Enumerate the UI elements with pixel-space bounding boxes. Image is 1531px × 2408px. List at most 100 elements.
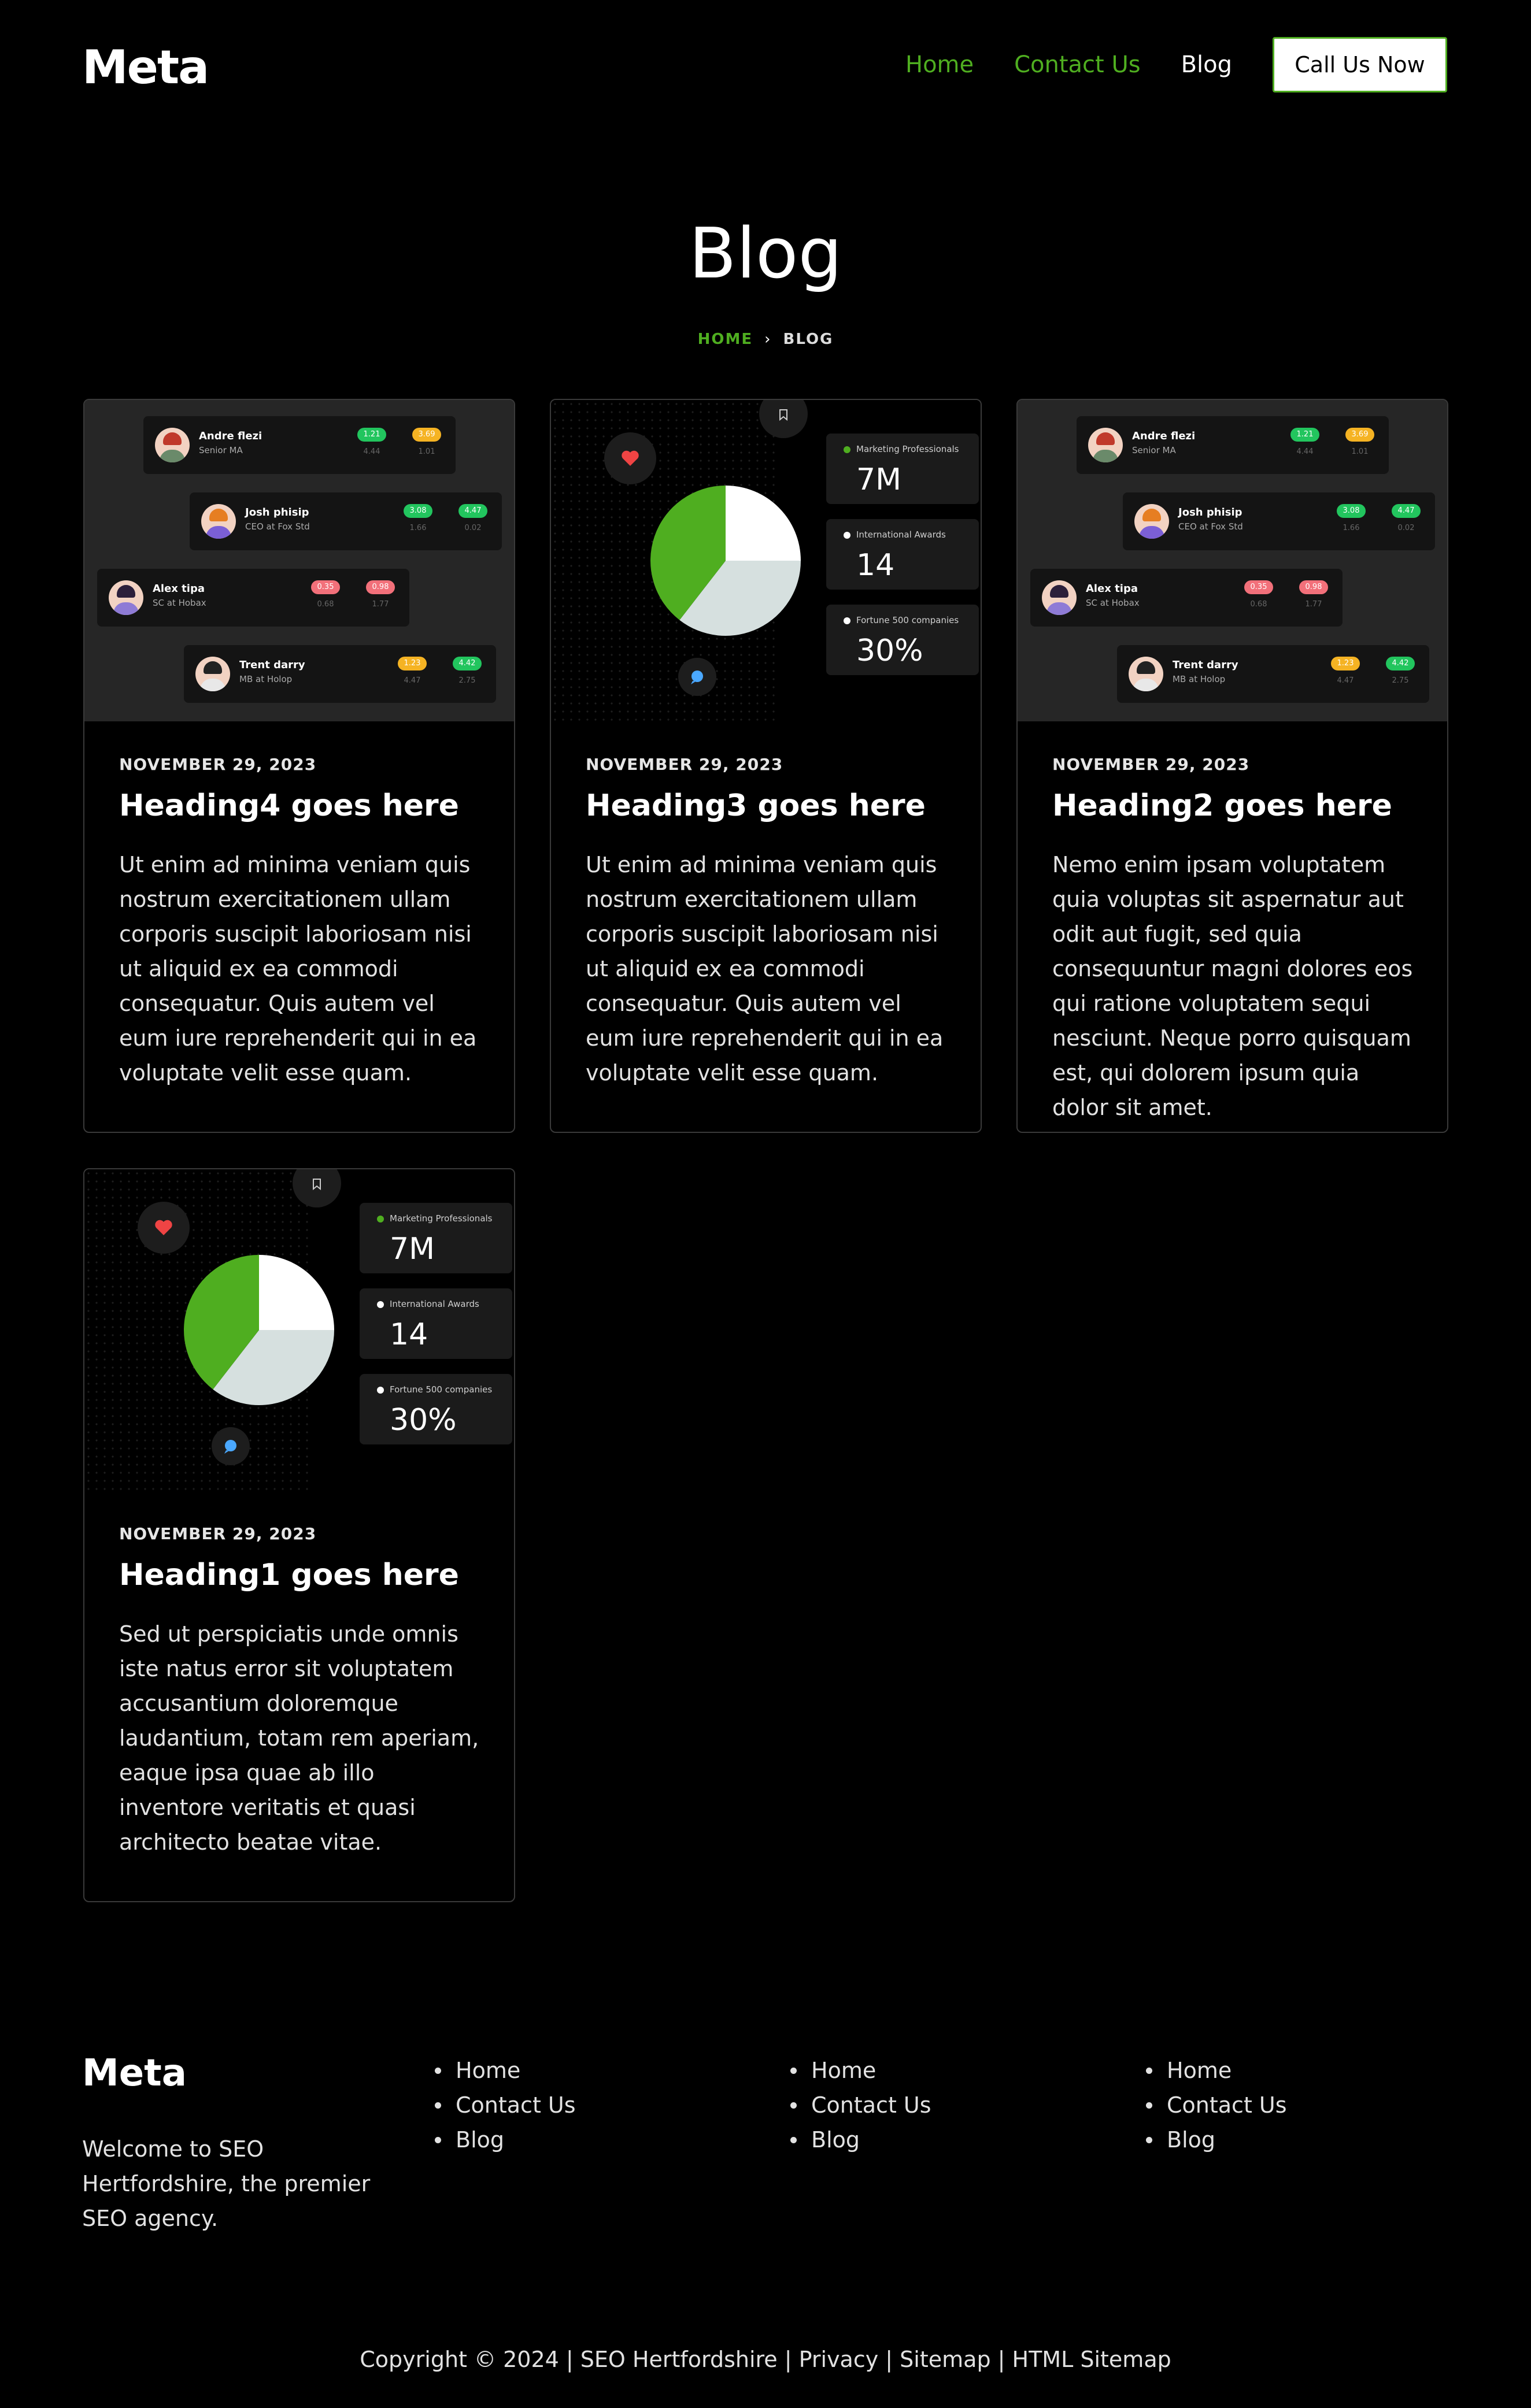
site-logo[interactable]: Meta — [82, 40, 209, 94]
post-excerpt: Ut enim ad minima veniam quis nostrum ex… — [586, 852, 944, 1086]
blog-post-card[interactable]: Andre flezi Senior MA 1.21 4.44 3.69 1.01 Josh… — [1016, 399, 1448, 1133]
stat-value: 14 — [390, 1317, 428, 1352]
stat-label: International Awards — [390, 1299, 479, 1309]
metric-badge: 0.35 — [311, 580, 340, 594]
nav-contact-link[interactable]: Contact Us — [1014, 51, 1140, 78]
post-date: NOVEMBER 29, 2023 — [119, 1524, 317, 1543]
avatar — [1042, 580, 1077, 615]
pie-slice-white — [726, 486, 801, 561]
footer-link-home[interactable]: Home — [1144, 2053, 1287, 2088]
post-heading[interactable]: Heading3 goes here — [586, 788, 926, 823]
heart-icon — [138, 1202, 190, 1254]
footer-link-blog[interactable]: Blog — [1144, 2122, 1287, 2157]
stat-value: 7M — [856, 462, 901, 497]
site-header: Meta Home Contact Us Blog Call Us Now — [0, 0, 1531, 133]
blog-post-card[interactable]: Marketing Professionals 7M International A… — [83, 1168, 515, 1902]
status-dot — [844, 617, 850, 624]
status-dot — [844, 446, 850, 453]
metric-subvalue: 4.44 — [363, 447, 380, 456]
status-dot — [377, 1301, 384, 1308]
person-name: Trent darry — [239, 659, 305, 671]
post-heading[interactable]: Heading4 goes here — [119, 788, 459, 823]
person-name: Trent darry — [1173, 659, 1238, 671]
metric-badge: 1.21 — [1290, 428, 1319, 442]
footer-link-home[interactable]: Home — [788, 2053, 931, 2088]
person-role: CEO at Fox Std — [245, 521, 310, 532]
breadcrumb-home-link[interactable]: HOME — [698, 331, 753, 348]
footer-links-column: Home Contact Us Blog — [788, 2053, 931, 2157]
metric-badge: 4.47 — [1392, 504, 1421, 518]
pie-slice-white — [259, 1255, 334, 1330]
footer-logo[interactable]: Meta — [82, 2052, 187, 2095]
person-name: Alex tipa — [153, 583, 205, 595]
post-excerpt: Nemo enim ipsam voluptatem quia voluptas… — [1052, 852, 1413, 1120]
blog-post-card[interactable]: Andre flezi Senior MA 1.21 4.44 3.69 1.01 Josh… — [83, 399, 515, 1133]
person-role: Senior MA — [199, 445, 243, 455]
page-title: Blog — [689, 214, 842, 294]
call-us-button[interactable]: Call Us Now — [1273, 37, 1447, 92]
stat-label: Marketing Professionals — [390, 1213, 493, 1224]
metric-badge: 3.08 — [404, 504, 432, 518]
stat-label: International Awards — [856, 529, 946, 540]
person-role: CEO at Fox Std — [1178, 521, 1243, 532]
metric-badge: 4.42 — [1386, 657, 1415, 670]
post-heading[interactable]: Heading1 goes here — [119, 1558, 459, 1592]
metric-subvalue: 0.68 — [1250, 600, 1267, 609]
footer-link-blog[interactable]: Blog — [788, 2122, 931, 2157]
main-nav: Home Contact Us Blog Call Us Now — [905, 37, 1447, 92]
avatar — [109, 580, 143, 615]
post-thumbnail[interactable]: Marketing Professionals 7M International A… — [551, 400, 981, 721]
metric-subvalue: 1.66 — [1343, 524, 1360, 532]
person-row: Josh phisip CEO at Fox Std 3.08 1.66 4.47 0.0… — [190, 492, 502, 550]
footer-link-home[interactable]: Home — [432, 2053, 576, 2088]
footer-link-contact[interactable]: Contact Us — [432, 2088, 576, 2122]
footer-link-blog[interactable]: Blog — [432, 2122, 576, 2157]
chat-icon — [212, 1427, 250, 1465]
person-row: Andre flezi Senior MA 1.21 4.44 3.69 1.01 — [143, 416, 456, 474]
metric-subvalue: 1.01 — [1351, 447, 1369, 456]
metric-badge: 4.42 — [453, 657, 482, 670]
post-thumbnail[interactable]: Andre flezi Senior MA 1.21 4.44 3.69 1.01 Josh… — [84, 400, 514, 721]
avatar — [1129, 657, 1163, 691]
metric-subvalue: 4.44 — [1296, 447, 1314, 456]
status-dot — [377, 1216, 384, 1222]
heart-icon — [604, 432, 656, 484]
stat-value: 30% — [856, 634, 923, 668]
person-role: MB at Holop — [1173, 674, 1226, 684]
metric-subvalue: 1.77 — [372, 600, 389, 609]
post-thumbnail[interactable]: Marketing Professionals 7M International A… — [84, 1169, 514, 1491]
nav-home-link[interactable]: Home — [905, 51, 974, 78]
metric-subvalue: 1.66 — [409, 524, 427, 532]
stat-label: Fortune 500 companies — [856, 615, 959, 625]
stat-card: Marketing Professionals 7M — [360, 1203, 512, 1273]
post-date: NOVEMBER 29, 2023 — [1052, 755, 1250, 774]
metric-subvalue: 0.68 — [317, 600, 334, 609]
bookmark-icon — [759, 400, 808, 438]
post-date: NOVEMBER 29, 2023 — [586, 755, 783, 774]
person-row: Josh phisip CEO at Fox Std 3.08 1.66 4.47 0.0… — [1123, 492, 1435, 550]
avatar — [195, 657, 230, 691]
person-row: Trent darry MB at Holop 1.23 4.47 4.42 2.75 — [184, 645, 496, 703]
person-role: SC at Hobax — [153, 598, 206, 608]
person-row: Trent darry MB at Holop 1.23 4.47 4.42 2.75 — [1117, 645, 1429, 703]
footer-link-contact[interactable]: Contact Us — [1144, 2088, 1287, 2122]
post-thumbnail[interactable]: Andre flezi Senior MA 1.21 4.44 3.69 1.01 Josh… — [1018, 400, 1447, 721]
stat-value: 14 — [856, 548, 895, 583]
post-heading[interactable]: Heading2 goes here — [1052, 788, 1392, 823]
person-name: Andre flezi — [199, 430, 262, 442]
post-date: NOVEMBER 29, 2023 — [119, 755, 317, 774]
metric-badge: 3.69 — [412, 428, 441, 442]
blog-post-card[interactable]: Marketing Professionals 7M International A… — [550, 399, 982, 1133]
metric-badge: 0.35 — [1244, 580, 1273, 594]
stat-card: Fortune 500 companies 30% — [826, 605, 979, 675]
chevron-right-icon: › — [764, 331, 772, 348]
stat-card: International Awards 14 — [826, 519, 979, 590]
breadcrumb: HOME › BLOG — [0, 331, 1531, 348]
status-dot — [844, 532, 850, 539]
nav-blog-link[interactable]: Blog — [1181, 51, 1232, 78]
person-role: Senior MA — [1132, 445, 1176, 455]
post-excerpt: Sed ut perspiciatis unde omnis iste natu… — [119, 1621, 479, 1855]
footer-link-contact[interactable]: Contact Us — [788, 2088, 931, 2122]
metric-badge: 1.23 — [1331, 657, 1360, 670]
stat-card: International Awards 14 — [360, 1288, 512, 1359]
